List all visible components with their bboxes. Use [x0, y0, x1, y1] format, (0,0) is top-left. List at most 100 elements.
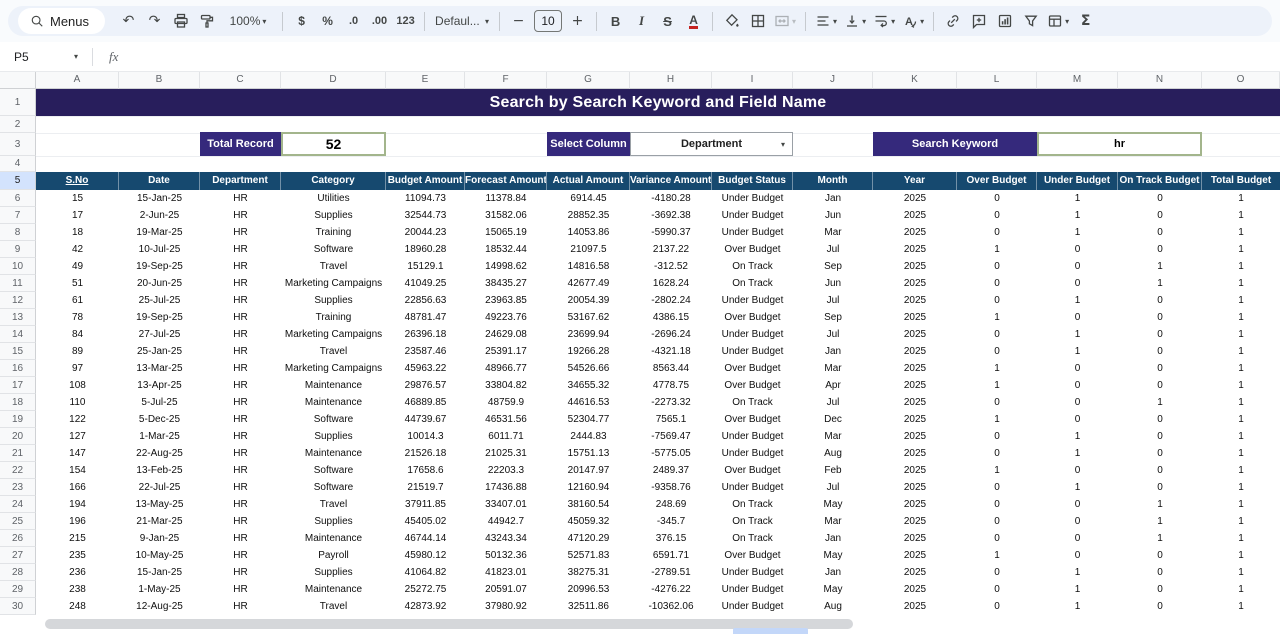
row-header-12[interactable]: 12: [0, 292, 36, 309]
cell[interactable]: 0: [1037, 530, 1118, 547]
cell[interactable]: HR: [200, 275, 281, 292]
cell[interactable]: 44616.53: [547, 394, 630, 411]
cell[interactable]: 2025: [873, 360, 957, 377]
row-header-1[interactable]: 1: [0, 89, 36, 116]
cell[interactable]: -3692.38: [630, 207, 712, 224]
cell[interactable]: 0: [1037, 241, 1118, 258]
cell[interactable]: 15751.13: [547, 445, 630, 462]
row-header-2[interactable]: 2: [0, 116, 36, 133]
cell[interactable]: 0: [957, 326, 1037, 343]
column-header-N[interactable]: N: [1118, 72, 1202, 89]
cell[interactable]: 1: [1118, 275, 1202, 292]
cell[interactable]: 46889.85: [386, 394, 465, 411]
cell[interactable]: 48966.77: [465, 360, 547, 377]
cell[interactable]: 0: [1118, 343, 1202, 360]
cell[interactable]: Training: [281, 224, 386, 241]
cell[interactable]: 0: [1037, 258, 1118, 275]
cell[interactable]: 19266.28: [547, 343, 630, 360]
column-header-A[interactable]: A: [36, 72, 119, 89]
cell[interactable]: Jan: [793, 343, 873, 360]
cell[interactable]: HR: [200, 462, 281, 479]
cell[interactable]: 21-Mar-25: [119, 513, 200, 530]
cell[interactable]: 50132.36: [465, 547, 547, 564]
row-header-19[interactable]: 19: [0, 411, 36, 428]
cell[interactable]: 61: [36, 292, 119, 309]
cell[interactable]: 18: [36, 224, 119, 241]
vertical-align-button[interactable]: ▾: [841, 8, 869, 34]
cell[interactable]: HR: [200, 479, 281, 496]
cell[interactable]: 4386.15: [630, 309, 712, 326]
cell[interactable]: 31582.06: [465, 207, 547, 224]
cell[interactable]: Jan: [793, 530, 873, 547]
select-all-corner[interactable]: [0, 72, 36, 89]
cell[interactable]: 13-May-25: [119, 496, 200, 513]
cell[interactable]: 1: [1202, 564, 1280, 581]
cell[interactable]: Dec: [793, 411, 873, 428]
cell[interactable]: 0: [957, 190, 1037, 207]
cell[interactable]: 20147.97: [547, 462, 630, 479]
undo-button[interactable]: ↶: [116, 8, 141, 34]
cell[interactable]: 1: [1118, 258, 1202, 275]
row-header-29[interactable]: 29: [0, 581, 36, 598]
cell[interactable]: Aug: [793, 445, 873, 462]
format-percent-button[interactable]: %: [315, 8, 340, 34]
text-rotation-button[interactable]: A ▾: [899, 8, 927, 34]
cell[interactable]: On Track: [712, 394, 793, 411]
insert-comment-button[interactable]: [966, 8, 991, 34]
cell[interactable]: 6011.71: [465, 428, 547, 445]
insert-chart-button[interactable]: [992, 8, 1017, 34]
cell[interactable]: Apr: [793, 377, 873, 394]
cell[interactable]: 2137.22: [630, 241, 712, 258]
cell[interactable]: HR: [200, 258, 281, 275]
cell[interactable]: 23963.85: [465, 292, 547, 309]
cell[interactable]: Supplies: [281, 513, 386, 530]
cell[interactable]: 238: [36, 581, 119, 598]
cell[interactable]: Over Budget: [712, 360, 793, 377]
cell[interactable]: 13-Feb-25: [119, 462, 200, 479]
cell[interactable]: 17658.6: [386, 462, 465, 479]
cell[interactable]: 0: [957, 564, 1037, 581]
row-header-21[interactable]: 21: [0, 445, 36, 462]
cell[interactable]: 2025: [873, 394, 957, 411]
cell[interactable]: 33804.82: [465, 377, 547, 394]
cell[interactable]: 1: [1037, 292, 1118, 309]
cell[interactable]: HR: [200, 411, 281, 428]
cell[interactable]: 54526.66: [547, 360, 630, 377]
cell[interactable]: 6591.71: [630, 547, 712, 564]
cell[interactable]: 37980.92: [465, 598, 547, 615]
row-header-5[interactable]: 5: [0, 172, 36, 190]
cell[interactable]: Over Budget: [712, 377, 793, 394]
functions-button[interactable]: Σ: [1073, 8, 1098, 34]
cell[interactable]: 14053.86: [547, 224, 630, 241]
cell[interactable]: 5-Dec-25: [119, 411, 200, 428]
cell[interactable]: 215: [36, 530, 119, 547]
cell[interactable]: 78: [36, 309, 119, 326]
cell[interactable]: 0: [1037, 377, 1118, 394]
cell[interactable]: Aug: [793, 598, 873, 615]
cell[interactable]: 45405.02: [386, 513, 465, 530]
cell[interactable]: 10-Jul-25: [119, 241, 200, 258]
cell[interactable]: 11094.73: [386, 190, 465, 207]
redo-button[interactable]: ↷: [142, 8, 167, 34]
text-wrap-button[interactable]: ▾: [870, 8, 898, 34]
column-header-J[interactable]: J: [793, 72, 873, 89]
cell[interactable]: Jul: [793, 394, 873, 411]
cell[interactable]: 2025: [873, 275, 957, 292]
cell[interactable]: -9358.76: [630, 479, 712, 496]
cell[interactable]: 108: [36, 377, 119, 394]
cell[interactable]: 13-Apr-25: [119, 377, 200, 394]
cell[interactable]: 376.15: [630, 530, 712, 547]
cell[interactable]: 0: [1118, 479, 1202, 496]
cell[interactable]: 0: [1037, 275, 1118, 292]
cell[interactable]: 1: [957, 309, 1037, 326]
bottom-scroll-indicator[interactable]: [733, 628, 808, 634]
cell[interactable]: Sep: [793, 258, 873, 275]
row-header-4[interactable]: 4: [0, 156, 36, 172]
column-header-H[interactable]: H: [630, 72, 712, 89]
cell[interactable]: Travel: [281, 496, 386, 513]
cell[interactable]: Marketing Campaigns: [281, 275, 386, 292]
cell[interactable]: 47120.29: [547, 530, 630, 547]
cell[interactable]: 2025: [873, 190, 957, 207]
cell[interactable]: 8563.44: [630, 360, 712, 377]
cell[interactable]: 248: [36, 598, 119, 615]
